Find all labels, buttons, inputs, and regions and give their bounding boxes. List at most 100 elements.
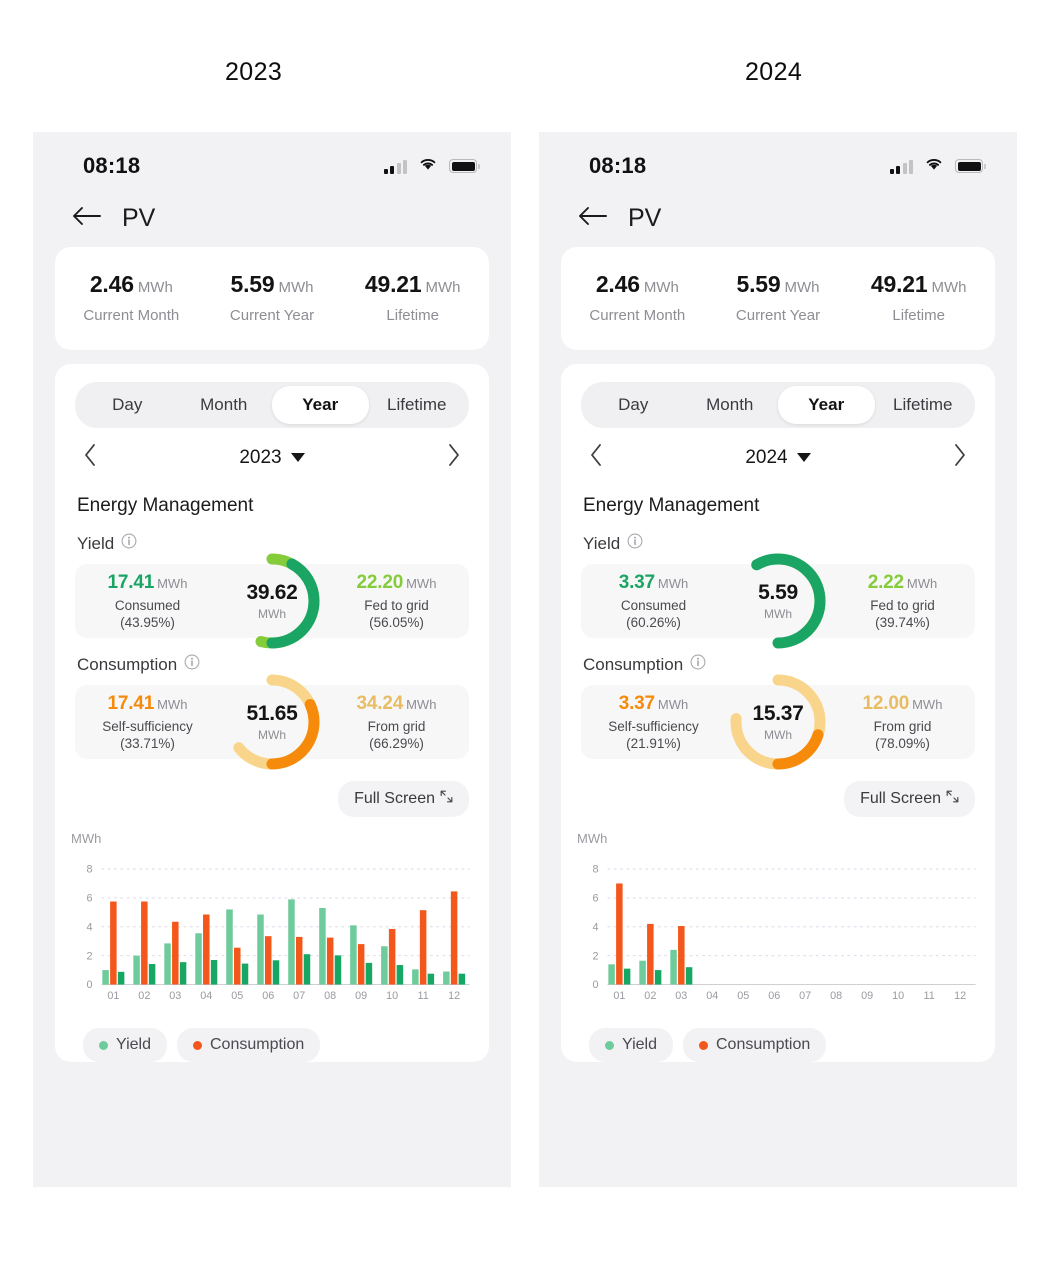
consumption-left-value-row: 17.41 MWh	[75, 693, 220, 715]
tab-year[interactable]: Year	[778, 386, 875, 424]
legend-item[interactable]: Consumption	[176, 1028, 321, 1062]
svg-text:01: 01	[613, 990, 625, 1002]
yield-left-percent: (60.26%)	[626, 615, 681, 630]
chart-legend: Yield Consumption	[55, 1014, 489, 1062]
svg-text:04: 04	[706, 990, 718, 1002]
summary-value: 2.46	[595, 271, 640, 297]
yield-left-value-row: 17.41 MWh	[75, 572, 220, 594]
info-icon[interactable]	[690, 654, 706, 675]
chevron-left-icon[interactable]	[589, 443, 603, 472]
tab-day[interactable]: Day	[585, 386, 682, 424]
yield-donut-row: 17.41 MWh Consumed (43.95%) 22.20 MWh Fed to g…	[75, 553, 469, 649]
tab-lifetime[interactable]: Lifetime	[369, 386, 466, 424]
yield-donut-total-unit: MWh	[258, 607, 286, 621]
svg-text:02: 02	[138, 990, 150, 1002]
consumption-label: Consumption	[583, 654, 684, 674]
period-selector: 2024	[561, 428, 995, 477]
yield-donut-center: 5.59 MWh	[725, 548, 831, 654]
svg-text:06: 06	[262, 990, 274, 1002]
chart-y-axis-unit: MWh	[71, 831, 102, 846]
legend-item[interactable]: Yield	[589, 1028, 673, 1062]
period-tabs: Day Month Year Lifetime	[75, 382, 469, 428]
section-title: Energy Management	[583, 495, 760, 516]
fullscreen-label: Full Screen	[860, 790, 941, 807]
status-time: 08:18	[83, 153, 141, 178]
info-icon[interactable]	[184, 654, 200, 675]
yield-donut-total: 39.62	[246, 581, 298, 604]
info-icon[interactable]	[121, 533, 137, 554]
energy-card: Day Month Year Lifetime 2024 Energy Managemen…	[561, 364, 995, 1062]
info-icon[interactable]	[627, 533, 643, 554]
yield-left-percent: (43.95%)	[120, 615, 175, 630]
svg-text:07: 07	[799, 990, 811, 1002]
fullscreen-button[interactable]: Full Screen	[844, 781, 975, 817]
summary-item: 5.59 MWh Current Year	[708, 271, 849, 324]
bar-chart: 0 2 4 6 8 01 02 03 04 05 06 07 08 09 10 11 12	[69, 854, 475, 1014]
svg-text:6: 6	[86, 893, 92, 905]
fullscreen-button[interactable]: Full Screen	[338, 781, 469, 817]
summary-unit: MWh	[278, 279, 314, 296]
yield-donut-center: 39.62 MWh	[219, 548, 325, 654]
consumption-donut-total: 15.37	[752, 702, 804, 725]
legend-label: Consumption	[209, 1036, 305, 1053]
yield-left-label: Consumed	[114, 598, 181, 613]
chevron-right-icon[interactable]	[953, 443, 967, 472]
svg-text:09: 09	[861, 990, 873, 1002]
period-value-dropdown[interactable]: 2023	[239, 447, 305, 469]
summary-item: 49.21 MWh Lifetime	[848, 271, 989, 324]
svg-text:4: 4	[86, 921, 92, 933]
consumption-donut-chart: 51.65 MWh	[219, 669, 325, 775]
svg-text:11: 11	[418, 990, 429, 1002]
consumption-donut-center: 15.37 MWh	[725, 669, 831, 775]
tab-month[interactable]: Month	[682, 386, 779, 424]
summary-label: Lifetime	[892, 307, 945, 324]
consumption-left-label: Self-sufficiency	[608, 719, 699, 734]
tab-lifetime[interactable]: Lifetime	[875, 386, 972, 424]
legend-item[interactable]: Consumption	[682, 1028, 827, 1062]
legend-color-dot	[698, 1040, 708, 1050]
summary-unit: MWh	[931, 279, 967, 296]
chart-area: MWh 0 2 4 6 8 01 02 03 04 05 06 07 08 09 10 11 12 Yield Con…	[561, 817, 995, 1062]
expand-icon	[946, 790, 959, 808]
consumption-donut-center: 51.65 MWh	[219, 669, 325, 775]
summary-unit: MWh	[784, 279, 820, 296]
chevron-left-icon[interactable]	[83, 443, 97, 472]
tab-day[interactable]: Day	[79, 386, 176, 424]
svg-text:01: 01	[107, 990, 119, 1002]
period-selector: 2023	[55, 428, 489, 477]
summary-item: 49.21 MWh Lifetime	[342, 271, 483, 324]
summary-label: Current Month	[589, 307, 686, 324]
summary-item: 5.59 MWh Current Year	[202, 271, 343, 324]
consumption-left-value: 17.41	[107, 693, 155, 714]
yield-donut-chart: 39.62 MWh	[219, 548, 325, 654]
screenshot-stage: 2023 2024 08:18 PV 2.46 MWh Current Month 5.5…	[0, 0, 1038, 1266]
svg-text:0: 0	[592, 979, 598, 991]
yield-right-value: 22.20	[356, 572, 404, 593]
tab-year[interactable]: Year	[272, 386, 369, 424]
consumption-label: Consumption	[77, 654, 178, 674]
back-arrow-icon[interactable]	[71, 205, 102, 232]
summary-value-row: 5.59 MWh	[708, 271, 849, 298]
caret-down-icon	[290, 453, 305, 462]
consumption-donut-row: 3.37 MWh Self-sufficiency (21.91%) 12.00 MWh F…	[581, 674, 975, 770]
summary-value-row: 49.21 MWh	[848, 271, 989, 298]
svg-text:10: 10	[892, 990, 904, 1002]
legend-label: Yield	[116, 1036, 151, 1053]
summary-label: Current Year	[735, 307, 821, 324]
consumption-right-percent: (66.29%)	[369, 736, 424, 751]
yield-donut-total: 5.59	[758, 581, 798, 604]
status-icons	[383, 156, 480, 176]
summary-label: Current Year	[229, 307, 315, 324]
energy-card: Day Month Year Lifetime 2023 Energy Managemen…	[55, 364, 489, 1062]
consumption-right-label: From grid	[367, 719, 426, 734]
svg-text:2: 2	[592, 950, 598, 962]
summary-value-row: 2.46 MWh	[567, 271, 708, 298]
summary-label: Current Month	[83, 307, 180, 324]
period-value-dropdown[interactable]: 2024	[745, 447, 811, 469]
legend-color-dot	[99, 1040, 108, 1050]
tab-month[interactable]: Month	[176, 386, 273, 424]
legend-item[interactable]: Yield	[83, 1028, 167, 1062]
back-arrow-icon[interactable]	[577, 205, 608, 232]
svg-text:05: 05	[737, 990, 749, 1002]
chevron-right-icon[interactable]	[447, 443, 461, 472]
